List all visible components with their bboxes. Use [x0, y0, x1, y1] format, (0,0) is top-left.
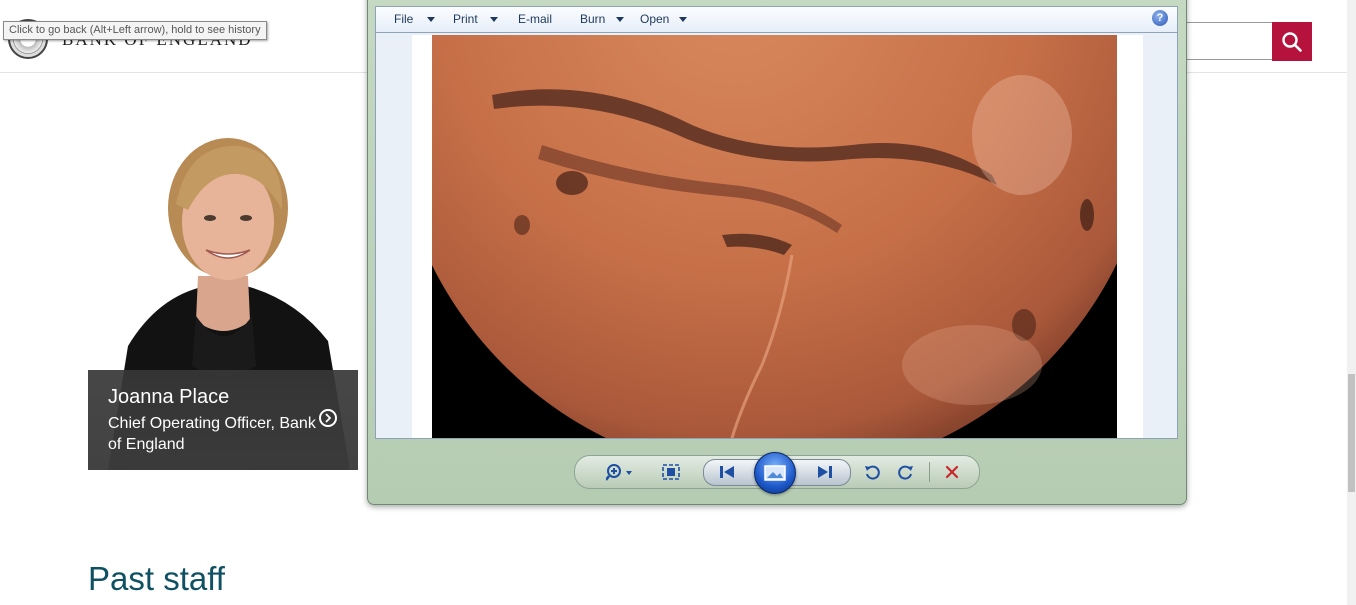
mars-photo	[432, 35, 1117, 438]
previous-icon[interactable]	[714, 461, 740, 483]
menu-print[interactable]: Print	[453, 12, 478, 26]
profile-caption: Joanna Place Chief Operating Officer, Ba…	[88, 370, 358, 470]
viewer-menubar: File Print E-mail Burn Open ?	[375, 6, 1178, 33]
page-scrollbar[interactable]	[1347, 0, 1356, 605]
image-frame	[412, 35, 1143, 438]
search-input[interactable]	[1183, 22, 1272, 60]
profile-name[interactable]: Joanna Place	[108, 386, 229, 409]
print-dropdown-icon[interactable]	[490, 17, 498, 22]
past-staff-heading: Past staff	[88, 560, 225, 597]
viewer-toolbar	[574, 452, 980, 494]
toolbar-separator	[929, 462, 930, 482]
menu-email[interactable]: E-mail	[518, 12, 552, 26]
help-icon[interactable]: ?	[1152, 10, 1168, 26]
rotate-counterclockwise-icon[interactable]	[861, 460, 883, 484]
menu-burn[interactable]: Burn	[580, 12, 605, 26]
file-dropdown-icon[interactable]	[427, 17, 435, 22]
next-icon[interactable]	[812, 461, 838, 483]
zoom-icon[interactable]	[603, 460, 639, 484]
slideshow-icon[interactable]	[754, 452, 796, 494]
back-button-tooltip: Click to go back (Alt+Left arrow), hold …	[3, 21, 267, 40]
menu-file[interactable]: File	[394, 12, 413, 26]
chevron-right-circle-icon[interactable]	[319, 409, 337, 427]
menu-open[interactable]: Open	[640, 12, 669, 26]
profile-title: Chief Operating Officer, Bank of England	[108, 415, 316, 453]
actual-size-icon[interactable]	[659, 460, 683, 484]
delete-icon[interactable]	[941, 460, 963, 484]
rotate-clockwise-icon[interactable]	[895, 460, 917, 484]
photo-viewer-window[interactable]: File Print E-mail Burn Open ?	[367, 0, 1187, 505]
profile-card[interactable]: Joanna Place Chief Operating Officer, Ba…	[88, 126, 358, 470]
page-scroll-thumb[interactable]	[1348, 374, 1355, 492]
viewer-canvas	[375, 33, 1178, 439]
burn-dropdown-icon[interactable]	[616, 17, 624, 22]
open-dropdown-icon[interactable]	[679, 17, 687, 22]
search-button[interactable]	[1272, 22, 1312, 61]
magnifier-icon	[1282, 31, 1302, 52]
